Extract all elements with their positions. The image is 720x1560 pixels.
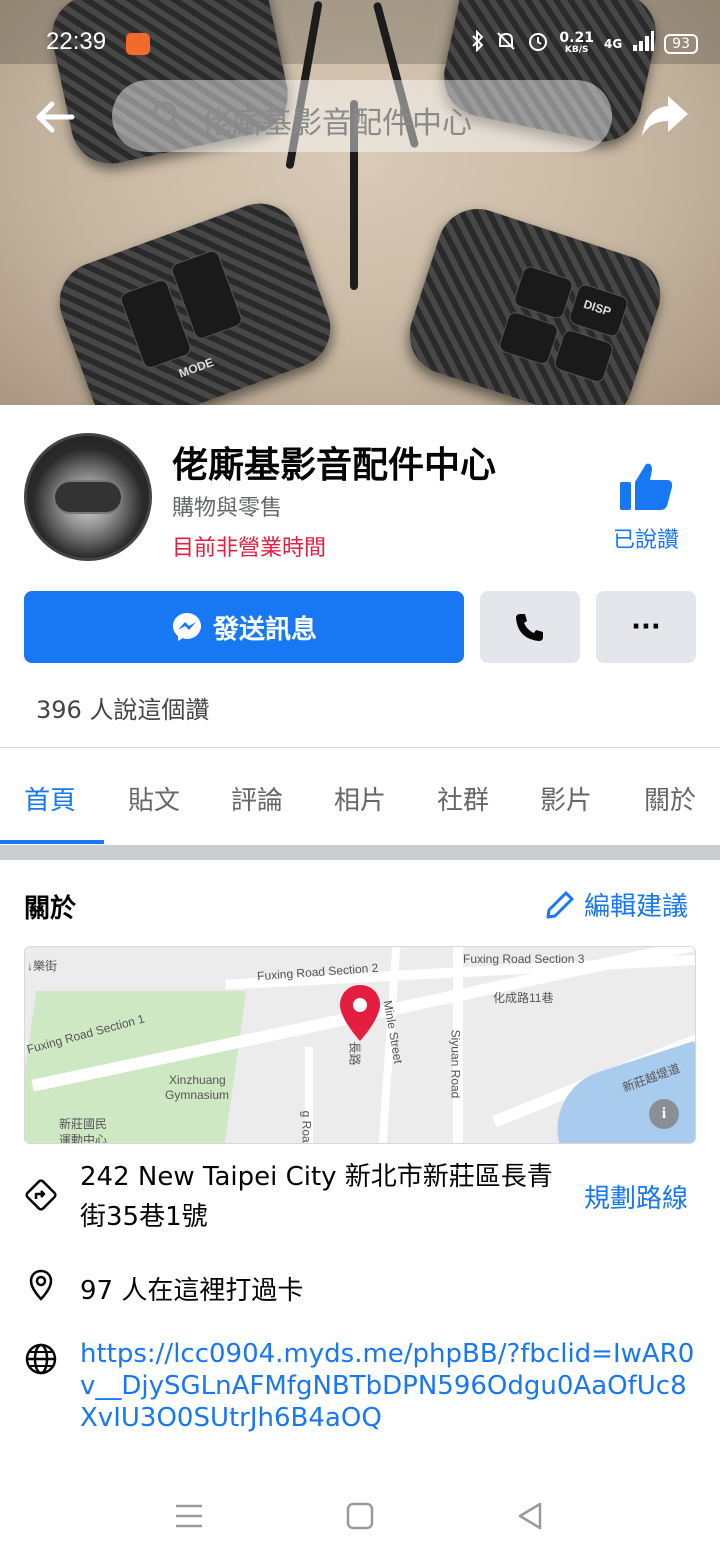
back-triangle-icon[interactable]	[516, 1501, 544, 1531]
tab-home[interactable]: 首頁	[24, 780, 76, 817]
tab-videos[interactable]: 影片	[540, 780, 592, 817]
more-icon: ···	[631, 612, 661, 642]
status-time: 22:39	[46, 28, 107, 55]
section-separator	[0, 845, 720, 860]
status-indicators: 0.21 KB/S 4G 93	[471, 29, 698, 57]
tab-reviews[interactable]: 評論	[231, 780, 283, 817]
send-message-label: 發送訊息	[212, 614, 317, 645]
tab-community[interactable]: 社群	[437, 780, 489, 817]
back-button[interactable]	[32, 94, 78, 140]
search-placeholder: 佬廝基影音配件中心	[202, 106, 472, 141]
network-speed-value: 0.21	[559, 29, 594, 46]
notification-app-icon	[126, 33, 150, 55]
active-tab-indicator	[0, 840, 104, 844]
tab-photos[interactable]: 相片	[334, 780, 386, 817]
system-navigation-bar	[0, 1480, 720, 1560]
map-label: ↓樂街	[27, 959, 58, 973]
cover-control-bottom-left: MODE	[48, 192, 342, 405]
battery-level: 93	[664, 33, 698, 54]
map-label: g Road	[299, 1110, 314, 1144]
share-button[interactable]	[640, 92, 690, 138]
divider	[0, 747, 720, 748]
globe-icon	[25, 1343, 57, 1375]
liked-button[interactable]: 已說讚	[606, 460, 686, 556]
tab-posts[interactable]: 貼文	[128, 780, 180, 817]
about-section-title: 關於	[24, 894, 77, 924]
thumbs-up-icon	[620, 463, 673, 510]
search-bar[interactable]: 佬廝基影音配件中心	[112, 80, 612, 152]
cover-control-button	[497, 310, 560, 367]
edit-suggestion-label: 編輯建議	[584, 892, 689, 922]
map-label: Fuxing Road Section 3	[463, 952, 585, 966]
location-icon	[29, 1269, 53, 1301]
likes-count: 396 人說這個讚	[36, 696, 210, 724]
mute-bell-icon	[495, 30, 517, 57]
search-icon	[153, 101, 184, 132]
directions-icon	[25, 1179, 57, 1211]
cover-control-button	[552, 328, 615, 385]
edit-suggestion-button[interactable]: 編輯建議	[544, 886, 688, 923]
checkin-count: 97 人在這裡打過卡	[80, 1276, 304, 1306]
pencil-icon	[546, 891, 574, 918]
status-bar: 22:39 0.21 KB/S 4G 93	[0, 0, 720, 64]
menu-icon[interactable]	[174, 1503, 204, 1529]
location-map[interactable]: ↓樂街 Fuxing Road Section 2 Fuxing Road Se…	[24, 946, 696, 1144]
cover-control-button	[512, 264, 575, 321]
alarm-icon	[527, 30, 549, 57]
share-icon	[642, 96, 688, 136]
cover-control-mode-label: MODE	[176, 355, 216, 381]
call-button[interactable]	[480, 591, 580, 663]
map-label: 運動中心	[59, 1133, 108, 1144]
bluetooth-icon	[471, 29, 485, 57]
map-info-icon[interactable]: i	[649, 1099, 679, 1129]
home-square-icon[interactable]	[346, 1502, 374, 1530]
phone-icon	[516, 614, 543, 641]
send-message-button[interactable]: 發送訊息	[24, 591, 464, 663]
page-category[interactable]: 購物與零售	[172, 490, 282, 522]
plan-route-link[interactable]: 規劃路線	[584, 1178, 688, 1215]
business-hours-status: 目前非營業時間	[172, 536, 327, 561]
map-label: Xinzhuang	[169, 1073, 226, 1087]
map-label: Siyuan Road	[448, 1029, 463, 1099]
page-title: 佬廝基影音配件中心	[172, 445, 497, 486]
network-type: 4G	[603, 36, 623, 51]
map-label: 長路	[347, 1041, 362, 1066]
tab-about[interactable]: 關於	[644, 780, 696, 817]
more-options-button[interactable]: ···	[596, 591, 696, 663]
map-pin-icon	[340, 985, 380, 1041]
signal-icon	[632, 31, 655, 56]
map-label: Gymnasium	[165, 1088, 230, 1102]
page-tabs: 首頁 貼文 評論 相片 社群 影片 關於	[0, 750, 720, 845]
avatar-steering-wheel	[53, 480, 123, 514]
network-speed: 0.21 KB/S	[559, 29, 594, 56]
page-avatar[interactable]	[24, 433, 152, 561]
messenger-icon	[172, 613, 201, 641]
address-text: 242 New Taipei City 新北市新莊區長青街35巷1號	[80, 1162, 553, 1232]
map-label: 新莊國民	[59, 1117, 108, 1131]
facebook-page-screen: MODE DISP 22:39 0.21 KB/S 4G 93 佬廝基影音配件中…	[0, 0, 720, 1560]
cover-control-bottom-right: DISP	[399, 198, 671, 405]
website-link[interactable]: https://lcc0904.myds.me/phpBB/?fbclid=Iw…	[80, 1338, 700, 1434]
liked-label: 已說讚	[612, 528, 679, 553]
back-arrow-icon	[36, 101, 75, 133]
map-label: 化成路11巷	[493, 991, 554, 1005]
